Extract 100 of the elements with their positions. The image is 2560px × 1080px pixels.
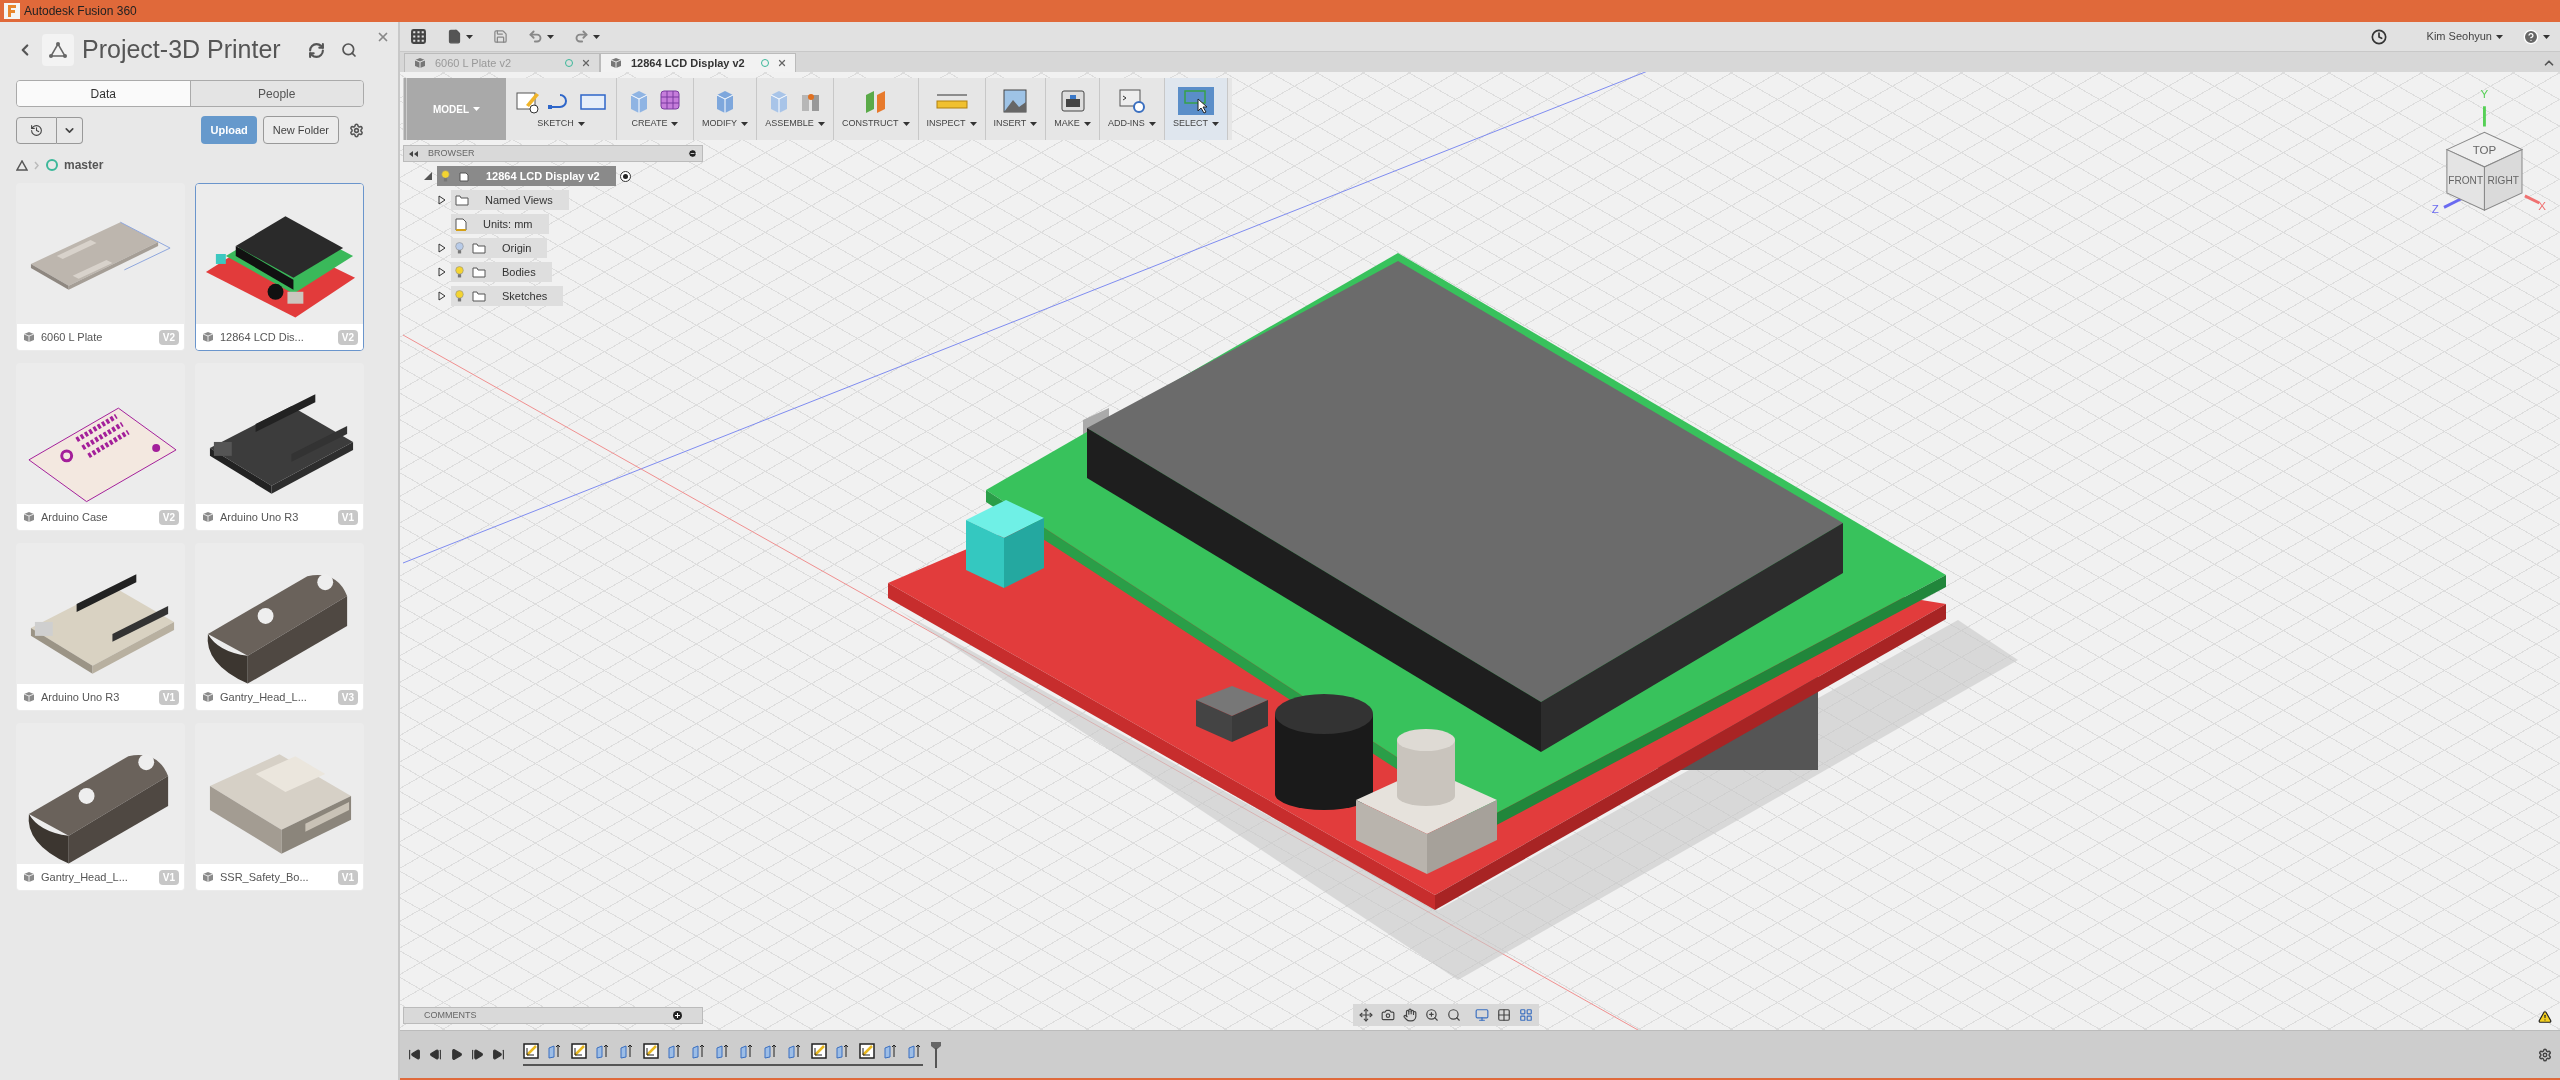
panel-tab[interactable]: People (189, 81, 363, 106)
breadcrumb-item[interactable]: master (64, 156, 104, 174)
orbit-icon[interactable] (1359, 1008, 1373, 1022)
file-card[interactable]: Arduino Uno R3 V1 (195, 363, 364, 531)
toolbar-group[interactable]: CONSTRUCT (834, 78, 919, 140)
lightbulb-icon[interactable] (455, 266, 464, 278)
extrude-feature-icon[interactable] (787, 1043, 803, 1059)
search-icon[interactable] (341, 42, 357, 58)
toolbar-group[interactable]: MAKE (1046, 78, 1100, 140)
settings-icon[interactable] (349, 122, 364, 138)
help-icon[interactable] (2523, 28, 2539, 45)
pan-icon[interactable] (1403, 1008, 1417, 1022)
close-icon[interactable] (376, 30, 390, 44)
extrude-feature-icon[interactable] (835, 1043, 851, 1059)
expand-icon[interactable] (437, 195, 447, 205)
file-card[interactable]: SSR_Safety_Bo... V1 (195, 723, 364, 891)
undo-icon[interactable] (528, 29, 543, 44)
sketch-feature-icon[interactable] (523, 1043, 539, 1059)
expand-icon[interactable] (437, 291, 447, 301)
history-button[interactable] (16, 116, 57, 144)
previous-step-icon[interactable] (429, 1048, 442, 1061)
cube-face-label[interactable]: FRONT (2448, 175, 2484, 187)
grid-menu-icon[interactable] (410, 28, 427, 45)
first-step-icon[interactable] (408, 1048, 421, 1061)
timeline-marker-icon[interactable] (931, 1041, 941, 1068)
collapse-icon[interactable] (423, 171, 433, 181)
browser-node[interactable]: Sketches (451, 286, 564, 306)
toolbar-group[interactable]: SELECT (1164, 78, 1228, 140)
file-card[interactable]: 12864 LCD Dis... V2 (195, 183, 364, 351)
play-icon[interactable] (450, 1048, 463, 1061)
display-settings-icon[interactable] (1475, 1008, 1489, 1022)
viewport-canvas[interactable]: MODEL SKETCH CREATE MODIFY ASSEMBLE CONSTRUCT INSPECT INSERT MAKE ADD-INS SELECT BROWSER 12864 LCD Display v2 Named Views Units: mm Origin Bodies Sketches TOP FRONT RIGHT X Y Z COMMENTS (400, 72, 2560, 1030)
browser-node[interactable]: Named Views (451, 190, 569, 210)
file-card[interactable]: Arduino Uno R3 V1 (16, 543, 185, 711)
refresh-icon[interactable] (308, 41, 325, 59)
timeline-settings-icon[interactable] (2538, 1047, 2552, 1062)
redo-icon[interactable] (574, 29, 589, 44)
close-tab-icon[interactable] (777, 58, 787, 68)
grid-settings-icon[interactable] (1497, 1008, 1511, 1022)
extrude-feature-icon[interactable] (907, 1043, 923, 1059)
circuit-board-model-drawing[interactable] (888, 253, 2018, 980)
toolbar-group[interactable]: INSPECT (918, 78, 986, 140)
browser-node[interactable]: Origin (451, 238, 548, 258)
toolbar-group[interactable]: SKETCH (506, 78, 617, 140)
toolbar-group[interactable]: MODIFY (694, 78, 757, 140)
folder-icon (472, 242, 486, 254)
toolbar-group[interactable]: ASSEMBLE (757, 78, 834, 140)
fit-icon[interactable] (1447, 1008, 1461, 1022)
panel-tab[interactable]: Data (17, 81, 190, 106)
extrude-feature-icon[interactable] (667, 1043, 683, 1059)
next-step-icon[interactable] (471, 1048, 484, 1061)
viewports-icon[interactable] (1519, 1008, 1533, 1022)
minimize-icon[interactable] (688, 149, 697, 158)
view-cube[interactable]: TOP FRONT RIGHT X Y Z (2418, 80, 2548, 225)
cube-face-label[interactable]: RIGHT (2487, 175, 2519, 187)
sketch-feature-icon[interactable] (643, 1043, 659, 1059)
file-card[interactable]: Gantry_Head_L... V3 (195, 543, 364, 711)
extrude-feature-icon[interactable] (763, 1043, 779, 1059)
save-icon[interactable] (493, 29, 508, 44)
file-icon[interactable] (447, 29, 462, 44)
add-comment-icon[interactable] (673, 1011, 682, 1020)
lightbulb-icon[interactable] (441, 170, 450, 182)
expand-icon[interactable] (437, 267, 447, 277)
extrude-feature-icon[interactable] (619, 1043, 635, 1059)
activate-radio-icon[interactable] (619, 170, 631, 182)
toolbar-group[interactable]: ADD-INS (1099, 78, 1165, 140)
history-clock-icon[interactable] (2370, 28, 2387, 45)
file-card[interactable]: Arduino Case V2 (16, 363, 185, 531)
document-tab[interactable]: 12864 LCD Display v2 (600, 53, 796, 72)
last-step-icon[interactable] (492, 1048, 505, 1061)
sketch-feature-icon[interactable] (811, 1043, 827, 1059)
lightbulb-icon[interactable] (455, 290, 464, 302)
version-badge: V3 (337, 689, 358, 705)
extrude-feature-icon[interactable] (715, 1043, 731, 1059)
zoom-icon[interactable] (1425, 1008, 1439, 1022)
extrude-feature-icon[interactable] (691, 1043, 707, 1059)
sketch-feature-icon[interactable] (859, 1043, 875, 1059)
close-tab-icon[interactable] (581, 58, 591, 68)
extrude-feature-icon[interactable] (595, 1043, 611, 1059)
look-at-icon[interactable] (1381, 1008, 1395, 1022)
sketch-feature-icon[interactable] (571, 1043, 587, 1059)
lightbulb-icon[interactable] (455, 242, 464, 254)
user-menu[interactable]: Kim Seohyun (2426, 28, 2503, 45)
extrude-feature-icon[interactable] (739, 1043, 755, 1059)
browser-node[interactable]: Bodies (451, 262, 552, 282)
hub-icon[interactable] (16, 159, 28, 171)
collapse-panel-icon[interactable] (409, 150, 418, 157)
browser-node[interactable]: Units: mm (451, 214, 549, 234)
toolbar-group[interactable]: CREATE (617, 78, 694, 140)
caret-icon (466, 34, 473, 39)
warning-icon[interactable] (2538, 1010, 2552, 1024)
extrude-feature-icon[interactable] (883, 1043, 899, 1059)
cube-face-label[interactable]: TOP (2472, 143, 2497, 156)
caret-icon (1148, 122, 1156, 126)
file-card[interactable]: 6060 L Plate V2 (16, 183, 185, 351)
expand-icon[interactable] (437, 243, 447, 253)
extrude-feature-icon[interactable] (547, 1043, 563, 1059)
file-card[interactable]: Gantry_Head_L... V1 (16, 723, 185, 891)
new-folder-button[interactable]: New Folder (262, 116, 339, 144)
toolbar-group[interactable]: INSERT (985, 78, 1047, 140)
